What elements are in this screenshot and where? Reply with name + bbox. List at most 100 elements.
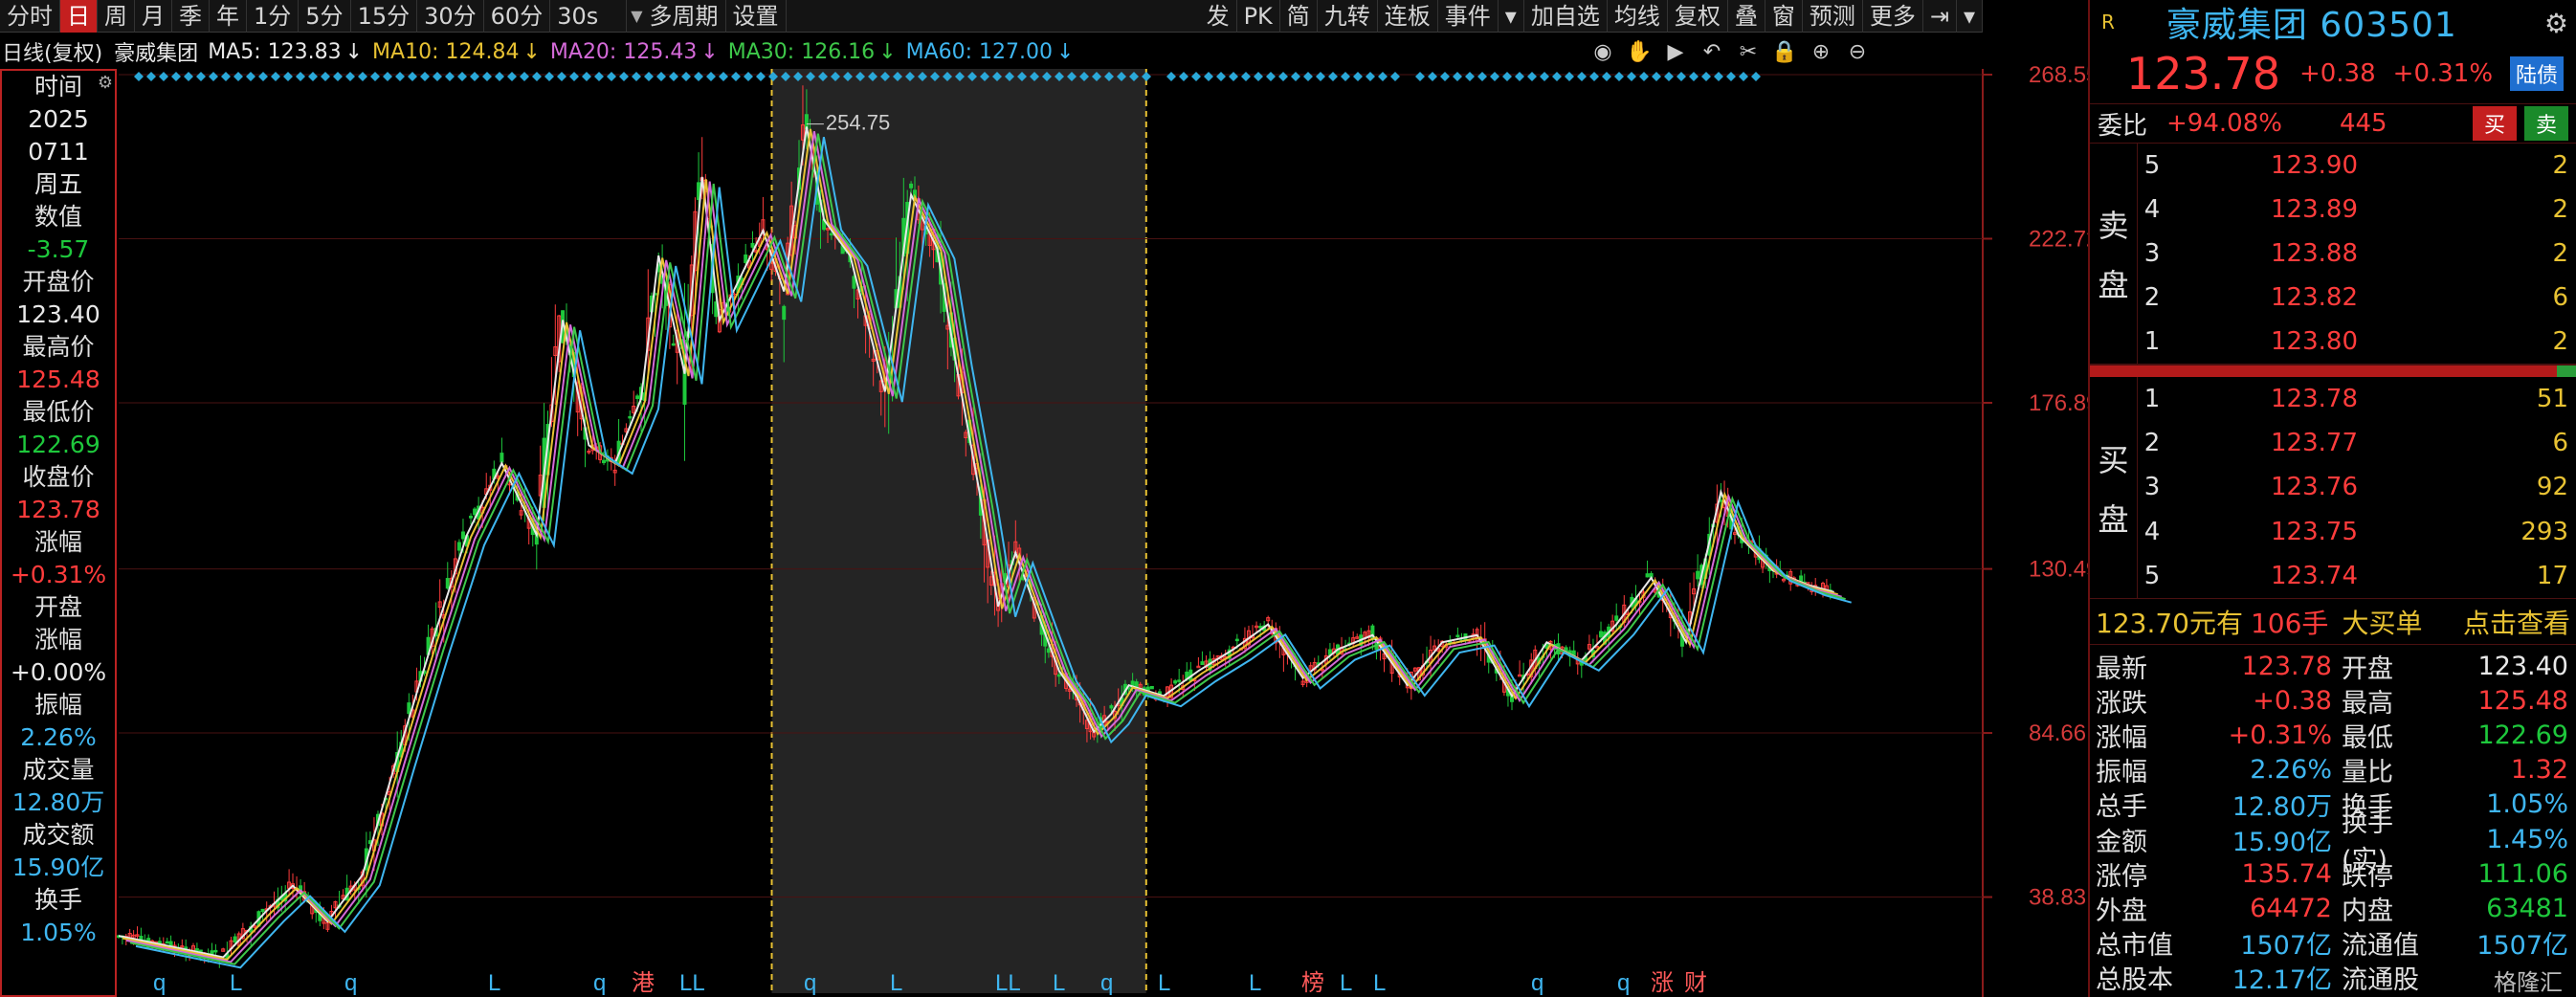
event-marker-icon[interactable] <box>196 72 206 81</box>
event-marker-icon[interactable] <box>1515 72 1524 81</box>
event-marker-icon[interactable] <box>358 72 367 81</box>
bottom-event-marker[interactable]: L <box>1373 970 1386 996</box>
toolbar-button[interactable]: 均线 <box>1608 0 1668 33</box>
event-marker-icon[interactable] <box>1179 72 1188 81</box>
bottom-event-marker[interactable]: L <box>1053 970 1065 996</box>
event-marker-icon[interactable] <box>756 72 766 81</box>
bottom-event-marker[interactable]: q <box>1100 970 1113 996</box>
toolbar-button[interactable]: 预测 <box>1803 0 1863 33</box>
event-marker-icon[interactable] <box>1465 72 1475 81</box>
event-marker-icon[interactable] <box>457 72 467 81</box>
event-marker-icon[interactable] <box>1677 72 1686 81</box>
event-marker-icon[interactable] <box>1266 72 1276 81</box>
chevron-down-icon[interactable]: ▾ <box>1499 0 1524 33</box>
tag-badge[interactable]: 陆债 <box>2510 56 2565 91</box>
order-book-row[interactable]: 2 123.77 6 <box>2138 424 2576 462</box>
bottom-event-marker[interactable]: L <box>1340 970 1352 996</box>
event-marker-icon[interactable] <box>1440 72 1450 81</box>
event-marker-icon[interactable] <box>1751 72 1761 81</box>
event-marker-icon[interactable] <box>744 72 753 81</box>
event-marker-icon[interactable] <box>333 72 343 81</box>
event-marker-icon[interactable] <box>1415 72 1425 81</box>
order-book-row[interactable]: 3 123.88 2 <box>2138 234 2576 273</box>
event-marker-icon[interactable] <box>1390 72 1400 81</box>
event-marker-icon[interactable] <box>731 72 741 81</box>
event-marker-icon[interactable] <box>1254 72 1263 81</box>
bottom-event-marker[interactable]: L <box>230 970 242 996</box>
bottom-event-marker[interactable]: 港 <box>632 970 655 996</box>
order-book-row[interactable]: 4 123.75 293 <box>2138 513 2576 551</box>
order-book-row[interactable]: 4 123.89 2 <box>2138 190 2576 229</box>
event-marker-icon[interactable] <box>632 72 641 81</box>
event-marker-icon[interactable] <box>544 72 554 81</box>
event-marker-icon[interactable] <box>1316 72 1325 81</box>
event-marker-icon[interactable] <box>283 72 293 81</box>
event-marker-icon[interactable] <box>134 72 144 81</box>
event-marker-icon[interactable] <box>233 72 243 81</box>
zoom-in-icon[interactable]: ⊕ <box>1805 40 1837 64</box>
event-marker-icon[interactable] <box>1477 72 1487 81</box>
event-marker-icon[interactable] <box>694 72 703 81</box>
period-tab[interactable]: 日 <box>60 0 98 33</box>
event-marker-icon[interactable] <box>1502 72 1512 81</box>
chevron-down-icon[interactable]: ▼ <box>631 7 642 25</box>
zoom-out-icon[interactable]: ⊖ <box>1841 40 1874 64</box>
period-tab[interactable]: 30分 <box>417 0 484 33</box>
sell-button[interactable]: 卖 <box>2523 106 2568 141</box>
lock-icon[interactable]: 🔒 <box>1768 40 1801 64</box>
event-marker-icon[interactable] <box>532 72 542 81</box>
order-book-row[interactable]: 5 123.90 2 <box>2138 146 2576 185</box>
event-marker-icon[interactable] <box>1303 72 1313 81</box>
toolbar-button[interactable]: 发 <box>1200 0 1237 33</box>
event-marker-icon[interactable] <box>1652 72 1661 81</box>
order-book-row[interactable]: 1 123.80 2 <box>2138 322 2576 361</box>
event-marker-icon[interactable] <box>482 72 492 81</box>
event-marker-icon[interactable] <box>1166 72 1176 81</box>
buy-button[interactable]: 买 <box>2472 106 2517 141</box>
event-marker-icon[interactable] <box>445 72 455 81</box>
event-marker-icon[interactable] <box>607 72 616 81</box>
bottom-event-marker[interactable]: q <box>153 970 166 996</box>
period-tab[interactable]: 60分 <box>484 0 551 33</box>
toolbar-button[interactable]: 连板 <box>1378 0 1438 33</box>
event-marker-icon[interactable] <box>594 72 604 81</box>
event-marker-icon[interactable] <box>569 72 579 81</box>
event-marker-icon[interactable] <box>1565 72 1574 81</box>
event-marker-icon[interactable] <box>345 72 355 81</box>
event-marker-icon[interactable] <box>383 72 392 81</box>
undo-icon[interactable]: ↶ <box>1696 40 1728 64</box>
event-marker-icon[interactable] <box>1366 72 1375 81</box>
event-marker-icon[interactable] <box>507 72 517 81</box>
toolbar-button[interactable]: 事件 <box>1438 0 1499 33</box>
event-marker-icon[interactable] <box>520 72 529 81</box>
bottom-event-marker[interactable]: q <box>804 970 816 996</box>
order-book-row[interactable]: 3 123.76 92 <box>2138 468 2576 506</box>
big-order-alert[interactable]: 123.70元有 106手 大买单 点击查看 <box>2090 599 2576 645</box>
event-marker-icon[interactable] <box>1577 72 1587 81</box>
bottom-event-marker[interactable]: q <box>344 970 357 996</box>
period-tab[interactable]: 5分 <box>299 0 351 33</box>
bottom-event-marker[interactable]: LL <box>679 970 705 996</box>
event-marker-icon[interactable] <box>1328 72 1338 81</box>
order-book-row[interactable]: 5 123.74 17 <box>2138 557 2576 595</box>
event-marker-icon[interactable] <box>1353 72 1363 81</box>
period-tab[interactable]: 1分 <box>247 0 300 33</box>
bottom-event-marker[interactable]: L <box>488 970 500 996</box>
event-marker-icon[interactable] <box>1241 72 1251 81</box>
event-marker-icon[interactable] <box>184 72 193 81</box>
play-icon[interactable]: ▶ <box>1659 40 1692 64</box>
event-marker-icon[interactable] <box>1216 72 1226 81</box>
big-order-view-link[interactable]: 点击查看 <box>2463 603 2570 641</box>
event-marker-icon[interactable] <box>1627 72 1636 81</box>
event-marker-icon[interactable] <box>1278 72 1288 81</box>
order-book-row[interactable]: 2 123.82 6 <box>2138 278 2576 317</box>
bottom-event-marker[interactable]: 涨 <box>1651 970 1674 996</box>
event-marker-icon[interactable] <box>395 72 405 81</box>
toolbar-button[interactable]: 复权 <box>1668 0 1728 33</box>
event-marker-icon[interactable] <box>1639 72 1649 81</box>
bottom-event-marker[interactable]: L <box>890 970 902 996</box>
event-marker-icon[interactable] <box>1453 72 1462 81</box>
event-marker-icon[interactable] <box>1589 72 1599 81</box>
event-marker-icon[interactable] <box>495 72 504 81</box>
period-tab[interactable]: 年 <box>210 0 247 33</box>
